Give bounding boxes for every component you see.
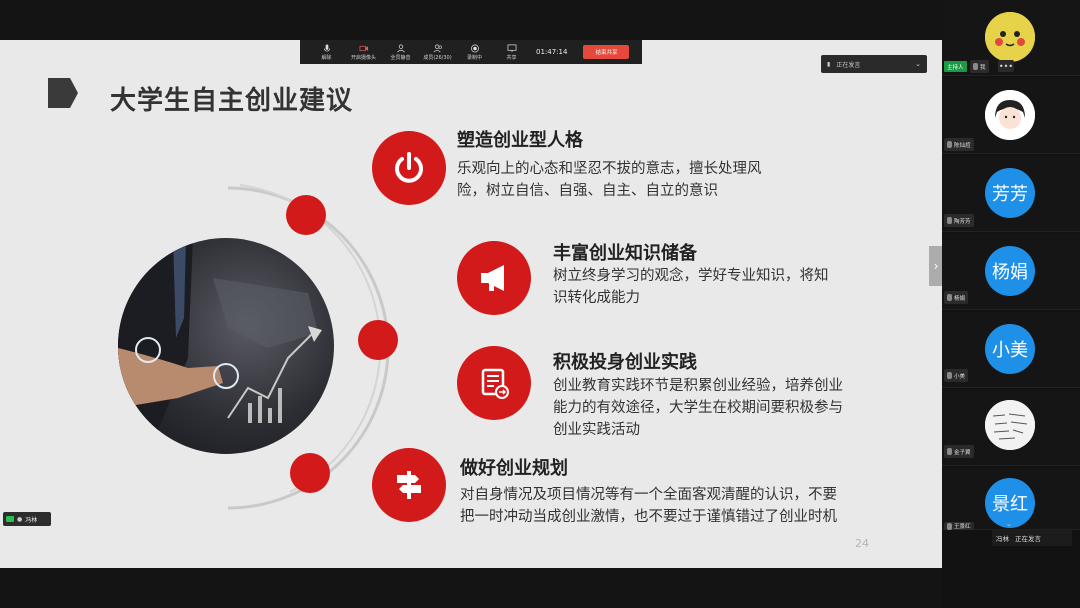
megaphone-icon [457,241,531,315]
item-text: 树立终身学习的观念，学好专业知识，将知 识转化成能力 [553,268,829,306]
camera-status-icon [6,516,14,522]
meeting-toolbar: 解除 开启摄像头 全员静音 成员(26/30) 录制中 共享 01:47:14 … [300,40,642,64]
active-speaker-label: 冯林 正在发言 [992,530,1072,546]
item-text: 对自身情况及项目情况等有一个全面客观清醒的认识，不要 把一时冲动当成创业激情，也… [460,487,837,525]
shared-slide: 大学生自主创业建议 塑造创业型人格 乐观向上的心态和坚忍不拔的意志，擅长处理风 … [0,40,942,568]
title-marker-icon [48,78,78,108]
mic-icon [947,372,952,379]
camera-off-icon [359,45,368,51]
item-text: 创业教育实践环节是积累创业经验，培养创业 能力的有效途径，大学生在校期间要积极参… [553,378,843,438]
signpost-icon [372,448,446,522]
participant-name-tag: 小美 [944,369,969,382]
item-text: 乐观向上的心态和坚忍不拔的意志，擅长处理风 险，树立自信、自强、自主、自立的意识 [457,161,762,199]
camera-button[interactable]: 开启摄像头 [345,40,382,64]
mute-all-icon [396,44,405,52]
ellipsis-icon: ••• [998,61,1014,71]
chevron-right-icon: › [933,259,939,273]
avatar [985,90,1035,140]
meeting-window: 大学生自主创业建议 塑造创业型人格 乐观向上的心态和坚忍不拔的意志，擅长处理风 … [0,0,1080,608]
next-slide-button[interactable]: › [929,246,943,286]
chevron-down-icon: ⌄ [1005,518,1013,528]
item-title: 做好创业规划 [460,458,568,479]
mic-icon [947,522,952,530]
participant-name-tag: 陶芳芳 [944,214,974,227]
arc-dot [358,320,398,360]
audio-bars-icon: ▮ [827,60,831,68]
avatar [985,400,1035,450]
share-screen-icon [507,44,516,52]
document-icon [457,346,531,420]
item-title: 塑造创业型人格 [457,130,583,151]
self-name-tag: ● 冯林 [3,512,51,526]
item-title: 积极投身创业实践 [553,352,697,373]
mic-icon [973,63,978,70]
record-icon [470,44,479,52]
item-title: 丰富创业知识储备 [553,243,697,264]
mic-icon [947,141,952,148]
avatar [985,12,1035,62]
mic-icon [947,448,952,455]
members-icon [433,44,442,52]
participant-name-tag: 杨娟 [944,291,969,304]
speaking-indicator[interactable]: ▮ 正在发言 ⌄ [821,55,927,73]
members-button[interactable]: 成员(26/30) [419,40,456,64]
unmute-button[interactable]: 解除 [308,40,345,64]
arc-dot [290,453,330,493]
scroll-down-button[interactable]: ⌄ [1002,518,1016,528]
arc-dot [286,195,326,235]
avatar: 杨娟 [985,246,1035,296]
participant-name-tag: 金子翼 [944,445,974,458]
participant-name-tag: 我 [970,60,989,73]
meeting-timer: 01:47:14 [536,48,568,56]
more-options-button[interactable]: ••• [998,60,1014,72]
participant-name-tag: 王景红 [944,522,974,530]
end-share-button[interactable]: 结束共享 [583,45,630,59]
mic-icon [947,217,952,224]
power-icon [372,131,446,205]
slide-title: 大学生自主创业建议 [110,86,354,116]
mute-all-button[interactable]: 全员静音 [382,40,419,64]
record-button[interactable]: 录制中 [456,40,493,64]
page-number: 24 [855,537,869,550]
avatar: 芳芳 [985,168,1035,218]
chevron-down-icon: ⌄ [915,60,921,68]
mic-icon: ● [17,515,23,523]
mic-icon [947,294,952,301]
businessman-photo [118,238,334,454]
host-badge: 主持人 [944,61,967,72]
avatar: 小美 [985,324,1035,374]
share-button[interactable]: 共享 [493,40,530,64]
participant-name-tag: 陈灿煊 [944,138,974,151]
microphone-icon [323,43,330,51]
